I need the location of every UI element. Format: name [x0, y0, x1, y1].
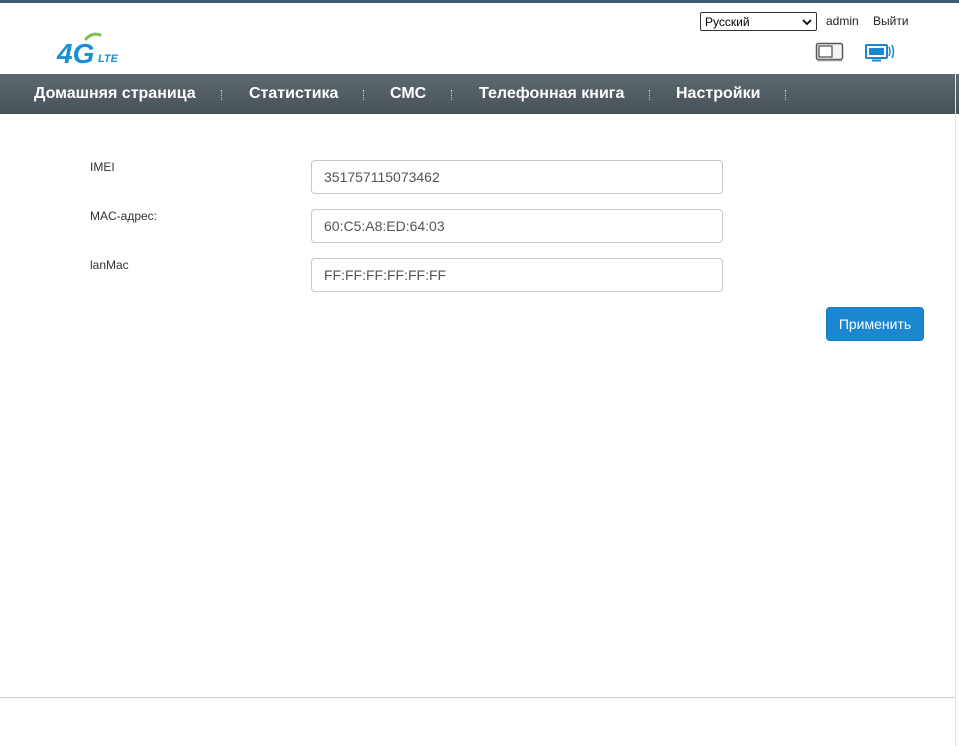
logo-main-text: 4G — [56, 38, 94, 69]
logo-sub-text: LTE — [98, 53, 119, 65]
language-selected: Русский — [705, 14, 750, 29]
chevron-down-icon — [802, 19, 812, 26]
language-select[interactable]: Русский — [700, 12, 817, 31]
mac-address-label: MAC-адрес: — [90, 209, 158, 223]
nav-item-settings[interactable]: Настройки — [676, 74, 760, 114]
nav-item-phonebook[interactable]: Телефонная книга — [479, 74, 624, 114]
imei-label: IMEI — [90, 160, 115, 174]
nav-item-home[interactable]: Домашняя страница — [34, 74, 196, 114]
imei-field[interactable]: 351757115073462 — [311, 160, 723, 194]
user-name: admin — [826, 14, 859, 28]
nav-item-sms[interactable]: СМС — [390, 74, 426, 114]
main-nav: Домашняя страница Статистика СМС Телефон… — [0, 74, 959, 114]
footer-divider — [0, 697, 955, 698]
logout-link[interactable]: Выйти — [873, 14, 909, 28]
apply-button[interactable]: Применить — [826, 307, 924, 341]
nav-separator — [363, 90, 365, 100]
nav-separator — [221, 90, 223, 100]
lan-mac-field[interactable]: FF:FF:FF:FF:FF:FF — [311, 258, 723, 292]
header: 4G LTE Русский admin Выйти — [0, 3, 959, 74]
page-right-border — [955, 74, 956, 746]
nav-separator — [451, 90, 453, 100]
desktop-view-icon[interactable] — [864, 41, 895, 63]
mobile-view-icon[interactable] — [815, 41, 845, 63]
nav-separator — [785, 90, 787, 100]
nav-separator — [649, 90, 651, 100]
lan-mac-label: lanMac — [90, 258, 129, 272]
4g-lte-logo: 4G LTE — [56, 29, 122, 69]
mac-address-field[interactable]: 60:C5:A8:ED:64:03 — [311, 209, 723, 243]
nav-item-statistics[interactable]: Статистика — [249, 74, 338, 114]
